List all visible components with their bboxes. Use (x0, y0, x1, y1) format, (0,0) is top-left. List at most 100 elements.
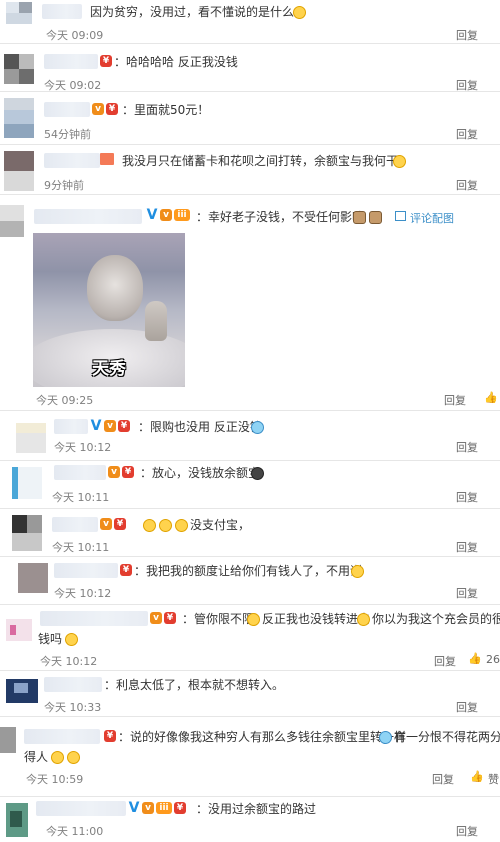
timestamp: 今天 09:25 (36, 394, 94, 407)
username-blurred[interactable] (52, 517, 98, 532)
username-blurred[interactable] (42, 4, 82, 19)
red-packet-badge: ¥ (104, 730, 116, 742)
level-badge: iii (174, 209, 190, 221)
avatar[interactable] (6, 679, 38, 703)
avatar[interactable] (6, 619, 32, 641)
emoji-face-icon (51, 751, 64, 764)
comment-image[interactable]: 天秀 (33, 233, 185, 387)
comment-item: 因为贫穷，没用过，看不懂说的是什么 今天 09:09 回复 (0, 0, 500, 43)
avatar[interactable] (0, 205, 24, 237)
emoji-face-icon (357, 613, 370, 626)
red-packet-badge: ¥ (164, 612, 176, 624)
username-blurred[interactable] (54, 465, 106, 480)
reply-button[interactable]: 回复 (456, 823, 478, 839)
comment-text: ：限购也没用 反正没钱 (138, 420, 262, 434)
comment-text: ：说的好像像我这种穷人有那么多钱往余额宝里转一样 (118, 730, 407, 744)
username-blurred[interactable] (44, 54, 98, 69)
user-badges: v ¥ (92, 103, 118, 115)
comment-text: ：幸好老子没钱，不受任何影响 (196, 210, 365, 224)
avatar[interactable] (0, 727, 16, 753)
red-packet-badge: ¥ (174, 802, 186, 814)
avatar[interactable] (16, 423, 46, 453)
username-blurred[interactable] (44, 677, 102, 692)
emoji-face-icon (143, 519, 156, 532)
user-badges: V v ¥ (90, 419, 130, 433)
avatar[interactable] (4, 54, 34, 84)
reply-button[interactable]: 回复 (434, 653, 456, 669)
user-badges: V v iii ¥ (128, 800, 186, 816)
username-blurred[interactable] (44, 102, 90, 117)
timestamp: 今天 10:33 (44, 701, 102, 714)
comment-text-d: 钱吗 (38, 632, 63, 646)
reply-button[interactable]: 回复 (456, 539, 478, 555)
username-blurred[interactable] (36, 801, 126, 816)
image-thumb (145, 301, 167, 341)
avatar[interactable] (4, 151, 34, 191)
emoji-face-icon (175, 519, 188, 532)
red-packet-badge: ¥ (114, 518, 126, 530)
level-badge: iii (156, 802, 172, 814)
thumbs-up-icon[interactable]: 👍 (468, 652, 482, 665)
reply-button[interactable]: 回复 (456, 489, 478, 505)
thumbs-up-icon[interactable]: 👍 (470, 770, 484, 783)
avatar[interactable] (18, 563, 48, 593)
username-blurred[interactable] (34, 209, 142, 224)
vip-badge: v (92, 103, 104, 115)
username-blurred[interactable] (54, 563, 118, 578)
vip-badge: v (150, 612, 162, 624)
avatar[interactable] (4, 98, 34, 138)
comment-text-b: 反正我也没钱转进去 (262, 612, 371, 626)
timestamp: 54分钟前 (44, 128, 91, 141)
view-picture-link[interactable]: 评论配图 (410, 210, 454, 226)
comment-text: 没支付宝， (190, 518, 251, 532)
comment-item: v ¥ 没支付宝， 今天 10:11 回复 (0, 508, 500, 556)
thumbs-up-icon[interactable]: 👍 (484, 391, 498, 404)
avatar[interactable] (6, 803, 28, 837)
reply-button[interactable]: 回复 (456, 585, 478, 601)
username-blurred[interactable] (54, 419, 88, 434)
timestamp: 今天 10:11 (52, 541, 110, 554)
emoji-face-icon (251, 421, 264, 434)
verified-v-icon: V (128, 800, 140, 816)
image-face (87, 255, 143, 321)
picture-icon[interactable] (395, 211, 406, 221)
user-tag-badge (100, 153, 114, 165)
timestamp: 今天 10:12 (40, 655, 98, 668)
user-badges: v ¥ (100, 518, 126, 530)
comment-text-b: 有一分恨不得花两分 (394, 730, 500, 744)
like-label[interactable]: 赞 (488, 771, 499, 787)
comment-item: ：利息太低了，根本就不想转入。 今天 10:33 回复 (0, 670, 500, 716)
reply-button[interactable]: 回复 (456, 699, 478, 715)
username-blurred[interactable] (24, 729, 100, 744)
reply-button[interactable]: 回复 (456, 177, 478, 193)
reply-button[interactable]: 回复 (456, 27, 478, 43)
comment-item: v ¥ ：里面就50元！ 54分钟前 回复 (0, 91, 500, 144)
timestamp: 今天 11:00 (46, 825, 104, 838)
comment-text: ：管你限不限 (182, 612, 255, 626)
user-badges: V v iii (146, 207, 190, 223)
avatar[interactable] (12, 515, 42, 551)
reply-button[interactable]: 回复 (456, 126, 478, 142)
reply-button[interactable]: 回复 (456, 439, 478, 455)
user-badges: ¥ (120, 564, 132, 576)
vip-badge: v (104, 420, 116, 432)
comment-text: ：放心，没钱放余额宝 (140, 466, 261, 480)
comment-text: ：哈哈哈哈 反正我没钱 (114, 55, 238, 69)
user-badges: v ¥ (108, 466, 134, 478)
comment-text: ：里面就50元！ (122, 103, 210, 117)
avatar[interactable] (12, 467, 42, 499)
username-blurred[interactable] (40, 611, 148, 626)
avatar[interactable] (6, 2, 32, 24)
emoji-face-icon (247, 613, 260, 626)
image-caption: 天秀 (92, 359, 126, 379)
verified-v-icon: V (146, 207, 158, 223)
comment-item: v ¥ ：放心，没钱放余额宝 今天 10:11 回复 (0, 460, 500, 508)
username-blurred[interactable] (44, 153, 100, 168)
like-count: 26 (486, 653, 500, 666)
emoji-face-icon (65, 633, 78, 646)
comment-item: V v ¥ ：限购也没用 反正没钱 今天 10:12 回复 (0, 410, 500, 460)
reply-button[interactable]: 回复 (444, 392, 466, 408)
user-badges: ¥ (104, 730, 116, 742)
reply-button[interactable]: 回复 (432, 771, 454, 787)
red-packet-badge: ¥ (106, 103, 118, 115)
